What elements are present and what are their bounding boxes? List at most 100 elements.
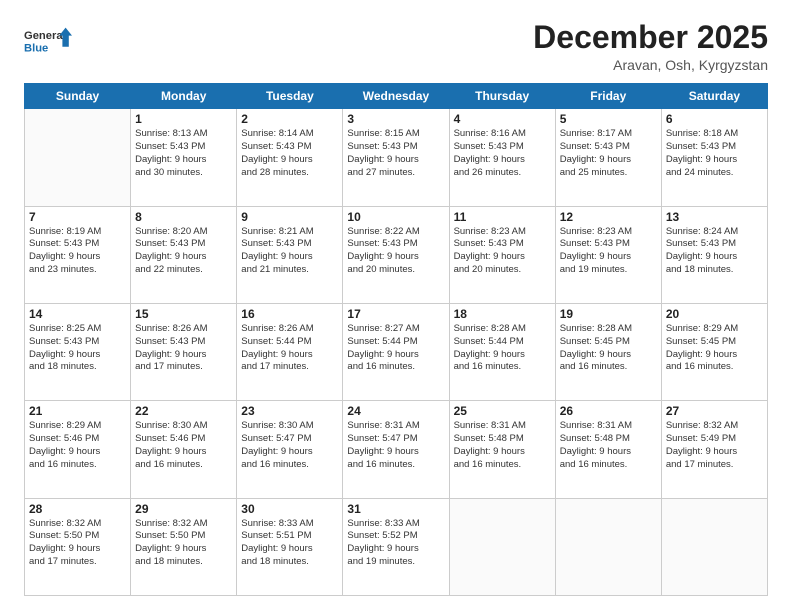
day-number: 19	[560, 307, 657, 321]
calendar-cell: 28 Sunrise: 8:32 AM Sunset: 5:50 PM Dayli…	[25, 498, 131, 595]
day-number: 24	[347, 404, 444, 418]
calendar-cell: 27Sunrise: 8:32 AM Sunset: 5:49 PM Dayli…	[661, 401, 767, 498]
calendar-cell: 30 Sunrise: 8:33 AM Sunset: 5:51 PM Dayli…	[237, 498, 343, 595]
calendar-header-wednesday: Wednesday	[343, 84, 449, 109]
day-info: Sunrise: 8:14 AM Sunset: 5:43 PM Dayligh…	[241, 128, 338, 179]
calendar-cell: 15Sunrise: 8:26 AM Sunset: 5:43 PM Dayli…	[131, 303, 237, 400]
calendar-cell: 5Sunrise: 8:17 AM Sunset: 5:43 PM Daylig…	[555, 109, 661, 206]
calendar-header-saturday: Saturday	[661, 84, 767, 109]
calendar-cell: 18Sunrise: 8:28 AM Sunset: 5:44 PM Dayli…	[449, 303, 555, 400]
calendar-cell: 25Sunrise: 8:31 AM Sunset: 5:48 PM Dayli…	[449, 401, 555, 498]
calendar-cell: 1 Sunrise: 8:13 AM Sunset: 5:43 PM Daylig…	[131, 109, 237, 206]
calendar-cell: 31 Sunrise: 8:33 AM Sunset: 5:52 PM Dayli…	[343, 498, 449, 595]
day-number: 14	[29, 307, 126, 321]
day-info: Sunrise: 8:24 AM Sunset: 5:43 PM Dayligh…	[666, 226, 763, 277]
logo-svg: General Blue	[24, 20, 72, 64]
title-block: December 2025 Aravan, Osh, Kyrgyzstan	[533, 20, 768, 73]
day-number: 17	[347, 307, 444, 321]
calendar-cell: 20Sunrise: 8:29 AM Sunset: 5:45 PM Dayli…	[661, 303, 767, 400]
calendar-week-0: 1 Sunrise: 8:13 AM Sunset: 5:43 PM Daylig…	[25, 109, 768, 206]
calendar-week-1: 7 Sunrise: 8:19 AM Sunset: 5:43 PM Daylig…	[25, 206, 768, 303]
calendar-cell: 2 Sunrise: 8:14 AM Sunset: 5:43 PM Daylig…	[237, 109, 343, 206]
day-number: 2	[241, 112, 338, 126]
calendar-week-4: 28 Sunrise: 8:32 AM Sunset: 5:50 PM Dayli…	[25, 498, 768, 595]
calendar-cell: 19 Sunrise: 8:28 AM Sunset: 5:45 PM Dayli…	[555, 303, 661, 400]
calendar-header-tuesday: Tuesday	[237, 84, 343, 109]
day-number: 13	[666, 210, 763, 224]
header: General Blue December 2025 Aravan, Osh, …	[24, 20, 768, 73]
day-info: Sunrise: 8:13 AM Sunset: 5:43 PM Dayligh…	[135, 128, 232, 179]
calendar-cell: 17 Sunrise: 8:27 AM Sunset: 5:44 PM Dayli…	[343, 303, 449, 400]
day-number: 29	[135, 502, 232, 516]
day-number: 21	[29, 404, 126, 418]
calendar-cell: 16Sunrise: 8:26 AM Sunset: 5:44 PM Dayli…	[237, 303, 343, 400]
day-info: Sunrise: 8:32 AM Sunset: 5:50 PM Dayligh…	[135, 518, 232, 569]
calendar-cell: 11Sunrise: 8:23 AM Sunset: 5:43 PM Dayli…	[449, 206, 555, 303]
calendar-cell: 7 Sunrise: 8:19 AM Sunset: 5:43 PM Daylig…	[25, 206, 131, 303]
day-info: Sunrise: 8:32 AM Sunset: 5:49 PM Dayligh…	[666, 420, 763, 471]
calendar-cell: 4 Sunrise: 8:16 AM Sunset: 5:43 PM Daylig…	[449, 109, 555, 206]
calendar-cell: 6 Sunrise: 8:18 AM Sunset: 5:43 PM Daylig…	[661, 109, 767, 206]
day-info: Sunrise: 8:18 AM Sunset: 5:43 PM Dayligh…	[666, 128, 763, 179]
day-info: Sunrise: 8:23 AM Sunset: 5:43 PM Dayligh…	[560, 226, 657, 277]
svg-text:Blue: Blue	[24, 43, 48, 55]
day-info: Sunrise: 8:33 AM Sunset: 5:52 PM Dayligh…	[347, 518, 444, 569]
calendar-week-2: 14 Sunrise: 8:25 AM Sunset: 5:43 PM Dayli…	[25, 303, 768, 400]
calendar-header-friday: Friday	[555, 84, 661, 109]
day-number: 20	[666, 307, 763, 321]
calendar-cell	[555, 498, 661, 595]
day-info: Sunrise: 8:19 AM Sunset: 5:43 PM Dayligh…	[29, 226, 126, 277]
day-info: Sunrise: 8:29 AM Sunset: 5:46 PM Dayligh…	[29, 420, 126, 471]
day-info: Sunrise: 8:22 AM Sunset: 5:43 PM Dayligh…	[347, 226, 444, 277]
day-info: Sunrise: 8:28 AM Sunset: 5:45 PM Dayligh…	[560, 323, 657, 374]
day-number: 11	[454, 210, 551, 224]
day-number: 7	[29, 210, 126, 224]
calendar-cell: 10 Sunrise: 8:22 AM Sunset: 5:43 PM Dayli…	[343, 206, 449, 303]
logo: General Blue	[24, 20, 72, 64]
page: General Blue December 2025 Aravan, Osh, …	[0, 0, 792, 612]
day-number: 30	[241, 502, 338, 516]
day-number: 4	[454, 112, 551, 126]
day-number: 26	[560, 404, 657, 418]
day-number: 25	[454, 404, 551, 418]
day-info: Sunrise: 8:25 AM Sunset: 5:43 PM Dayligh…	[29, 323, 126, 374]
day-number: 9	[241, 210, 338, 224]
day-info: Sunrise: 8:17 AM Sunset: 5:43 PM Dayligh…	[560, 128, 657, 179]
day-number: 31	[347, 502, 444, 516]
calendar-cell: 13 Sunrise: 8:24 AM Sunset: 5:43 PM Dayli…	[661, 206, 767, 303]
calendar-week-3: 21 Sunrise: 8:29 AM Sunset: 5:46 PM Dayli…	[25, 401, 768, 498]
calendar-cell: 12 Sunrise: 8:23 AM Sunset: 5:43 PM Dayli…	[555, 206, 661, 303]
calendar-header-monday: Monday	[131, 84, 237, 109]
calendar-table: SundayMondayTuesdayWednesdayThursdayFrid…	[24, 83, 768, 596]
day-info: Sunrise: 8:32 AM Sunset: 5:50 PM Dayligh…	[29, 518, 126, 569]
day-number: 1	[135, 112, 232, 126]
day-number: 8	[135, 210, 232, 224]
calendar-cell: 8 Sunrise: 8:20 AM Sunset: 5:43 PM Daylig…	[131, 206, 237, 303]
day-info: Sunrise: 8:33 AM Sunset: 5:51 PM Dayligh…	[241, 518, 338, 569]
calendar-cell	[449, 498, 555, 595]
day-info: Sunrise: 8:30 AM Sunset: 5:47 PM Dayligh…	[241, 420, 338, 471]
calendar-cell	[661, 498, 767, 595]
calendar-header-sunday: Sunday	[25, 84, 131, 109]
calendar-cell: 26 Sunrise: 8:31 AM Sunset: 5:48 PM Dayli…	[555, 401, 661, 498]
calendar-cell: 3Sunrise: 8:15 AM Sunset: 5:43 PM Daylig…	[343, 109, 449, 206]
calendar-cell: 23 Sunrise: 8:30 AM Sunset: 5:47 PM Dayli…	[237, 401, 343, 498]
day-number: 6	[666, 112, 763, 126]
calendar-cell: 9Sunrise: 8:21 AM Sunset: 5:43 PM Daylig…	[237, 206, 343, 303]
day-number: 22	[135, 404, 232, 418]
day-info: Sunrise: 8:30 AM Sunset: 5:46 PM Dayligh…	[135, 420, 232, 471]
main-title: December 2025	[533, 20, 768, 55]
day-number: 28	[29, 502, 126, 516]
day-number: 12	[560, 210, 657, 224]
calendar-cell: 21 Sunrise: 8:29 AM Sunset: 5:46 PM Dayli…	[25, 401, 131, 498]
day-info: Sunrise: 8:20 AM Sunset: 5:43 PM Dayligh…	[135, 226, 232, 277]
day-info: Sunrise: 8:31 AM Sunset: 5:47 PM Dayligh…	[347, 420, 444, 471]
day-info: Sunrise: 8:15 AM Sunset: 5:43 PM Dayligh…	[347, 128, 444, 179]
day-info: Sunrise: 8:16 AM Sunset: 5:43 PM Dayligh…	[454, 128, 551, 179]
day-number: 10	[347, 210, 444, 224]
calendar-cell: 22 Sunrise: 8:30 AM Sunset: 5:46 PM Dayli…	[131, 401, 237, 498]
day-info: Sunrise: 8:28 AM Sunset: 5:44 PM Dayligh…	[454, 323, 551, 374]
day-info: Sunrise: 8:27 AM Sunset: 5:44 PM Dayligh…	[347, 323, 444, 374]
day-number: 23	[241, 404, 338, 418]
day-info: Sunrise: 8:31 AM Sunset: 5:48 PM Dayligh…	[560, 420, 657, 471]
